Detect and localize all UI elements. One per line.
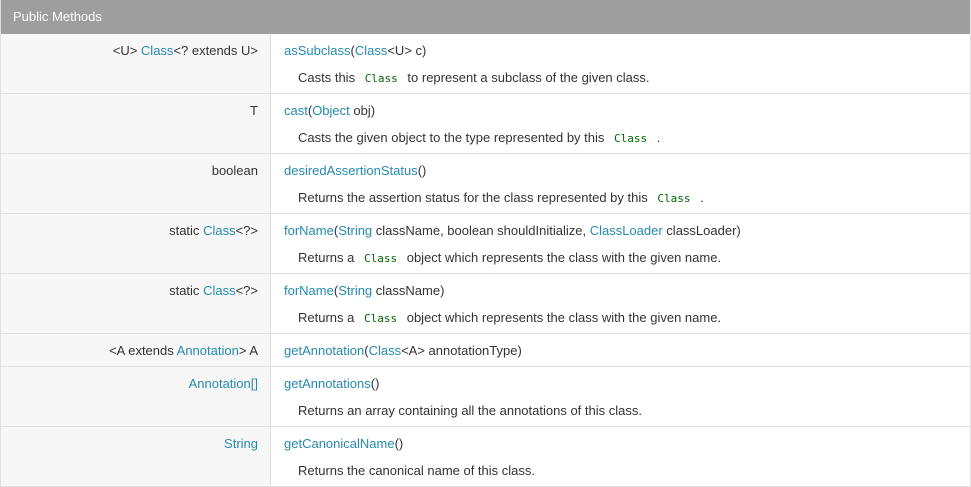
desc-code-class: Class <box>364 72 398 85</box>
param-link-string[interactable]: String <box>338 283 372 298</box>
method-signature: getAnnotation(Class<A> annotationType) <box>271 334 970 366</box>
method-description: Casts this Class to represent a subclass… <box>284 70 970 87</box>
method-signature: forName(String className) Returns a Clas… <box>271 274 970 333</box>
public-methods-table: Public Methods <U> Class<? extends U> as… <box>0 0 971 487</box>
method-signature: forName(String className, boolean should… <box>271 214 970 273</box>
return-type: Annotation[] <box>1 367 271 426</box>
method-signature: getAnnotations() Returns an array contai… <box>271 367 970 426</box>
return-type: static Class<?> <box>1 214 271 273</box>
method-signature: getCanonicalName() Returns the canonical… <box>271 427 970 486</box>
return-type: boolean <box>1 154 271 213</box>
desc-text: Returns a <box>298 310 358 325</box>
type-link-class[interactable]: Class <box>141 43 174 58</box>
type-link-string[interactable]: String <box>224 436 258 451</box>
type-text: <A extends <box>109 343 177 358</box>
method-description: Returns the canonical name of this class… <box>284 463 970 479</box>
param-text: () <box>417 163 427 178</box>
desc-text: Returns the assertion status for the cla… <box>298 190 652 205</box>
method-link-getannotation[interactable]: getAnnotation <box>284 343 364 358</box>
type-link-class[interactable]: Class <box>203 283 236 298</box>
param-text: obj) <box>349 103 376 118</box>
param-link-class[interactable]: Class <box>355 43 388 58</box>
desc-text: Casts this <box>298 70 359 85</box>
method-row-getannotation: <A extends Annotation> A getAnnotation(C… <box>1 334 970 367</box>
type-link-annotation-array[interactable]: Annotation[] <box>189 376 258 391</box>
type-text: <?> <box>235 223 258 238</box>
desc-text: object which represents the class with t… <box>403 250 722 265</box>
method-description: Returns an array containing all the anno… <box>284 403 970 419</box>
desc-code-class: Class <box>614 132 648 145</box>
param-link-string[interactable]: String <box>338 223 372 238</box>
desc-text: to represent a subclass of the given cla… <box>403 70 650 85</box>
param-text: className) <box>372 283 445 298</box>
type-text: <? extends U> <box>173 43 258 58</box>
method-row-assubclass: <U> Class<? extends U> asSubclass(Class<… <box>1 34 970 94</box>
type-text: boolean <box>211 163 258 178</box>
method-row-getcanonicalname: String getCanonicalName() Returns the ca… <box>1 427 970 487</box>
param-text: () <box>394 436 404 451</box>
type-text: static <box>169 283 204 298</box>
type-link-annotation[interactable]: Annotation <box>177 343 239 358</box>
desc-text: Returns the canonical name of this class… <box>298 463 536 478</box>
type-text: > A <box>238 343 258 358</box>
desc-text: Returns a <box>298 250 358 265</box>
method-signature: cast(Object obj) Casts the given object … <box>271 94 970 153</box>
desc-text: Returns an array containing all the anno… <box>298 403 642 418</box>
return-type: T <box>1 94 271 153</box>
param-link-class[interactable]: Class <box>369 343 402 358</box>
param-text: () <box>370 376 380 391</box>
method-description: Returns the assertion status for the cla… <box>284 190 970 207</box>
type-text: static <box>169 223 204 238</box>
type-text: <?> <box>235 283 258 298</box>
desc-code-class: Class <box>657 192 691 205</box>
method-link-getannotations[interactable]: getAnnotations <box>284 376 371 391</box>
param-link-object[interactable]: Object <box>312 103 350 118</box>
method-row-forname-1: static Class<?> forName(String className… <box>1 274 970 334</box>
method-link-getcanonicalname[interactable]: getCanonicalName <box>284 436 395 451</box>
method-row-forname-3: static Class<?> forName(String className… <box>1 214 970 274</box>
method-row-cast: T cast(Object obj) Casts the given objec… <box>1 94 970 154</box>
param-text: classLoader) <box>662 223 741 238</box>
type-link-class[interactable]: Class <box>203 223 236 238</box>
return-type: static Class<?> <box>1 274 271 333</box>
return-type: <U> Class<? extends U> <box>1 34 271 93</box>
table-header: Public Methods <box>1 0 970 34</box>
method-link-forname[interactable]: forName <box>284 223 334 238</box>
desc-code-class: Class <box>363 312 398 325</box>
method-description: Returns a Class object which represents … <box>284 250 970 267</box>
type-text: T <box>250 103 258 118</box>
return-type: String <box>1 427 271 486</box>
method-link-forname[interactable]: forName <box>284 283 334 298</box>
param-text: <U> c) <box>387 43 427 58</box>
method-description: Casts the given object to the type repre… <box>284 130 970 147</box>
desc-text: . <box>696 190 704 205</box>
method-link-cast[interactable]: cast <box>284 103 308 118</box>
param-link-classloader[interactable]: ClassLoader <box>590 223 663 238</box>
method-link-desiredassertionstatus[interactable]: desiredAssertionStatus <box>284 163 418 178</box>
method-signature: desiredAssertionStatus() Returns the ass… <box>271 154 970 213</box>
type-text: <U> <box>112 43 141 58</box>
method-description: Returns a Class object which represents … <box>284 310 970 327</box>
desc-text: . <box>653 130 661 145</box>
desc-text: object which represents the class with t… <box>403 310 722 325</box>
method-link-assubclass[interactable]: asSubclass <box>284 43 350 58</box>
param-text: className, boolean shouldInitialize, <box>372 223 590 238</box>
method-signature: asSubclass(Class<U> c) Casts this Class … <box>271 34 970 93</box>
param-text: <A> annotationType) <box>401 343 522 358</box>
return-type: <A extends Annotation> A <box>1 334 271 366</box>
desc-text: Casts the given object to the type repre… <box>298 130 609 145</box>
method-row-desiredassertionstatus: boolean desiredAssertionStatus() Returns… <box>1 154 970 214</box>
method-row-getannotations: Annotation[] getAnnotations() Returns an… <box>1 367 970 427</box>
desc-code-class: Class <box>363 252 398 265</box>
